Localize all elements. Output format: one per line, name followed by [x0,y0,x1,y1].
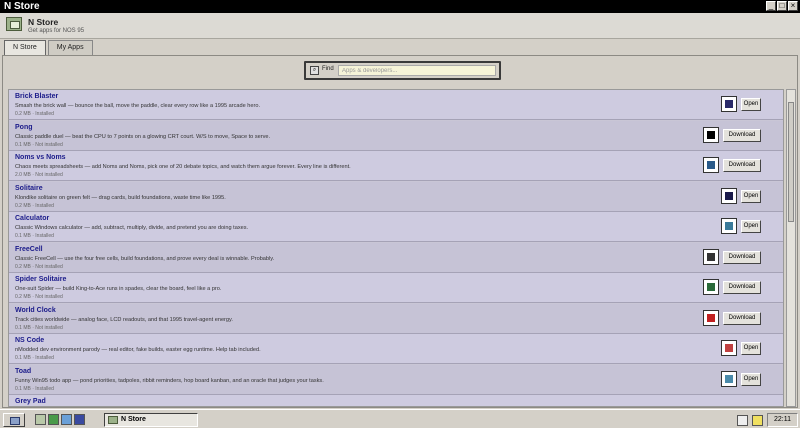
app-meta: 0.2 MB · Not installed [15,263,63,270]
app-description: Track cities worldwide — analog face, LC… [15,316,233,323]
app-meta: 0.1 MB · Installed [15,355,54,361]
app-row[interactable]: Calculator Classic Windows calculator — a… [9,212,783,242]
search-label: Find [322,66,334,72]
freecell-icon [703,248,719,265]
download-button[interactable]: Download [723,159,761,172]
app-name[interactable]: Calculator [15,215,49,222]
app-meta: 0.1 MB · Installed [15,233,54,239]
app-list-scrollbar[interactable] [786,89,796,407]
taskbar: N Store 22:11 [0,409,800,428]
open-button[interactable]: Open [741,342,761,355]
app-row[interactable]: Noms vs Noms Chaos meets spreadsheets — a… [9,151,783,181]
spreadsheet-icon[interactable] [48,414,59,425]
sync-icon[interactable] [737,414,748,426]
app-description: Chaos meets spreadsheets — add Noms and … [15,164,351,170]
pong-icon [703,126,719,143]
store-panel: ⌕ Find Brick Blaster Smash the brick wall… [2,55,798,408]
taskbar-app-n-store[interactable]: N Store [104,413,198,427]
toad-icon [721,370,737,387]
minimize-button[interactable]: _ [766,1,776,11]
window-controls: _ □ × [766,1,798,11]
app-row[interactable]: Grey Pad [9,395,783,406]
start-button[interactable] [3,413,25,427]
tab-my-apps[interactable]: My Apps [47,40,93,55]
app-meta: 0.1 MB · Installed [15,385,54,392]
search-box: ⌕ Find [304,61,501,80]
system-tray: 22:11 [737,413,798,427]
download-button[interactable]: Download [723,311,761,325]
app-meta: 0.1 MB · Not installed [15,324,63,331]
spider-icon [703,279,719,295]
tab-bar: N Store My Apps [4,40,93,56]
app-meta: 2.0 MB · Not installed [15,172,63,178]
app-row[interactable]: FreeCell Classic FreeCell — use the four … [9,242,783,273]
search-input[interactable] [338,65,496,76]
app-name[interactable]: Noms vs Noms [15,154,66,161]
desktop-icon[interactable] [35,414,46,425]
app-row[interactable]: NS Code nModded dev environment parody — … [9,334,783,364]
app-description: Classic FreeCell — use the four free cel… [15,255,275,262]
app-meta: 0.1 MB · Not installed [15,141,63,148]
download-button[interactable]: Download [723,128,761,142]
window-title: N Store [4,1,40,12]
app-row[interactable]: Brick Blaster Smash the brick wall — boun… [9,90,783,120]
app-meta: 0.2 MB · Installed [15,202,54,209]
open-button[interactable]: Open [741,98,761,111]
search-icon: ⌕ [310,66,319,75]
cards-icon [721,187,737,204]
clock-icon [703,309,719,326]
download-button[interactable]: Download [723,250,761,264]
disk-icon[interactable] [74,414,85,425]
app-header: N Store Get apps for NOS 95 [0,13,800,39]
app-description: Funny Win95 todo app — pond priorities, … [15,377,324,384]
clock: 22:11 [767,413,798,427]
store-icon [108,416,118,424]
code-icon [721,340,737,356]
noms-icon [703,157,719,173]
app-description: Classic paddle duel — beat the CPU to 7 … [15,133,271,140]
close-button[interactable]: × [788,1,798,11]
app-meta: 0.2 MB · Not installed [15,294,63,300]
app-row[interactable]: Solitaire Klondike solitaire on green fel… [9,181,783,212]
browser-icon[interactable] [61,414,72,425]
store-icon [6,17,22,31]
app-name[interactable]: Toad [15,368,31,375]
app-name[interactable]: NS Code [15,337,44,344]
app-description: Klondike solitaire on green felt — drag … [15,194,226,201]
app-name[interactable]: Spider Solitaire [15,276,66,283]
app-list: Brick Blaster Smash the brick wall — boun… [8,89,784,407]
scrollbar-thumb[interactable] [788,102,794,222]
app-row[interactable]: Spider Solitaire One-suit Spider — build … [9,273,783,303]
app-description: nModded dev environment parody — real ed… [15,347,261,353]
app-title: N Store [28,17,59,27]
open-button[interactable]: Open [741,189,761,203]
app-name[interactable]: World Clock [15,307,56,314]
quick-launch [35,414,85,425]
app-subtitle: Get apps for NOS 95 [28,28,85,34]
app-meta: 0.2 MB · Installed [15,111,54,117]
app-name[interactable]: Brick Blaster [15,93,58,100]
window-titlebar: N Store _ □ × [0,0,800,13]
download-button[interactable]: Download [723,281,761,294]
taskbar-app-label: N Store [121,416,146,423]
app-row[interactable]: World Clock Track cities worldwide — anal… [9,303,783,334]
tab-n-store[interactable]: N Store [4,40,46,56]
app-name[interactable]: FreeCell [15,246,43,253]
app-name[interactable]: Solitaire [15,185,43,192]
app-description: One-suit Spider — build King-to-Ace runs… [15,286,222,292]
app-description: Classic Windows calculator — add, subtra… [15,225,249,231]
app-row[interactable]: Pong Classic paddle duel — beat the CPU t… [9,120,783,151]
app-name[interactable]: Grey Pad [15,398,46,405]
app-name[interactable]: Pong [15,124,33,131]
brick-icon [721,96,737,112]
open-button[interactable]: Open [741,220,761,233]
app-description: Smash the brick wall — bounce the ball, … [15,103,261,109]
tip-icon[interactable] [752,414,763,426]
maximize-button[interactable]: □ [777,1,787,11]
open-button[interactable]: Open [741,372,761,386]
calculator-icon [721,218,737,234]
app-row[interactable]: Toad Funny Win95 todo app — pond prioriti… [9,364,783,395]
